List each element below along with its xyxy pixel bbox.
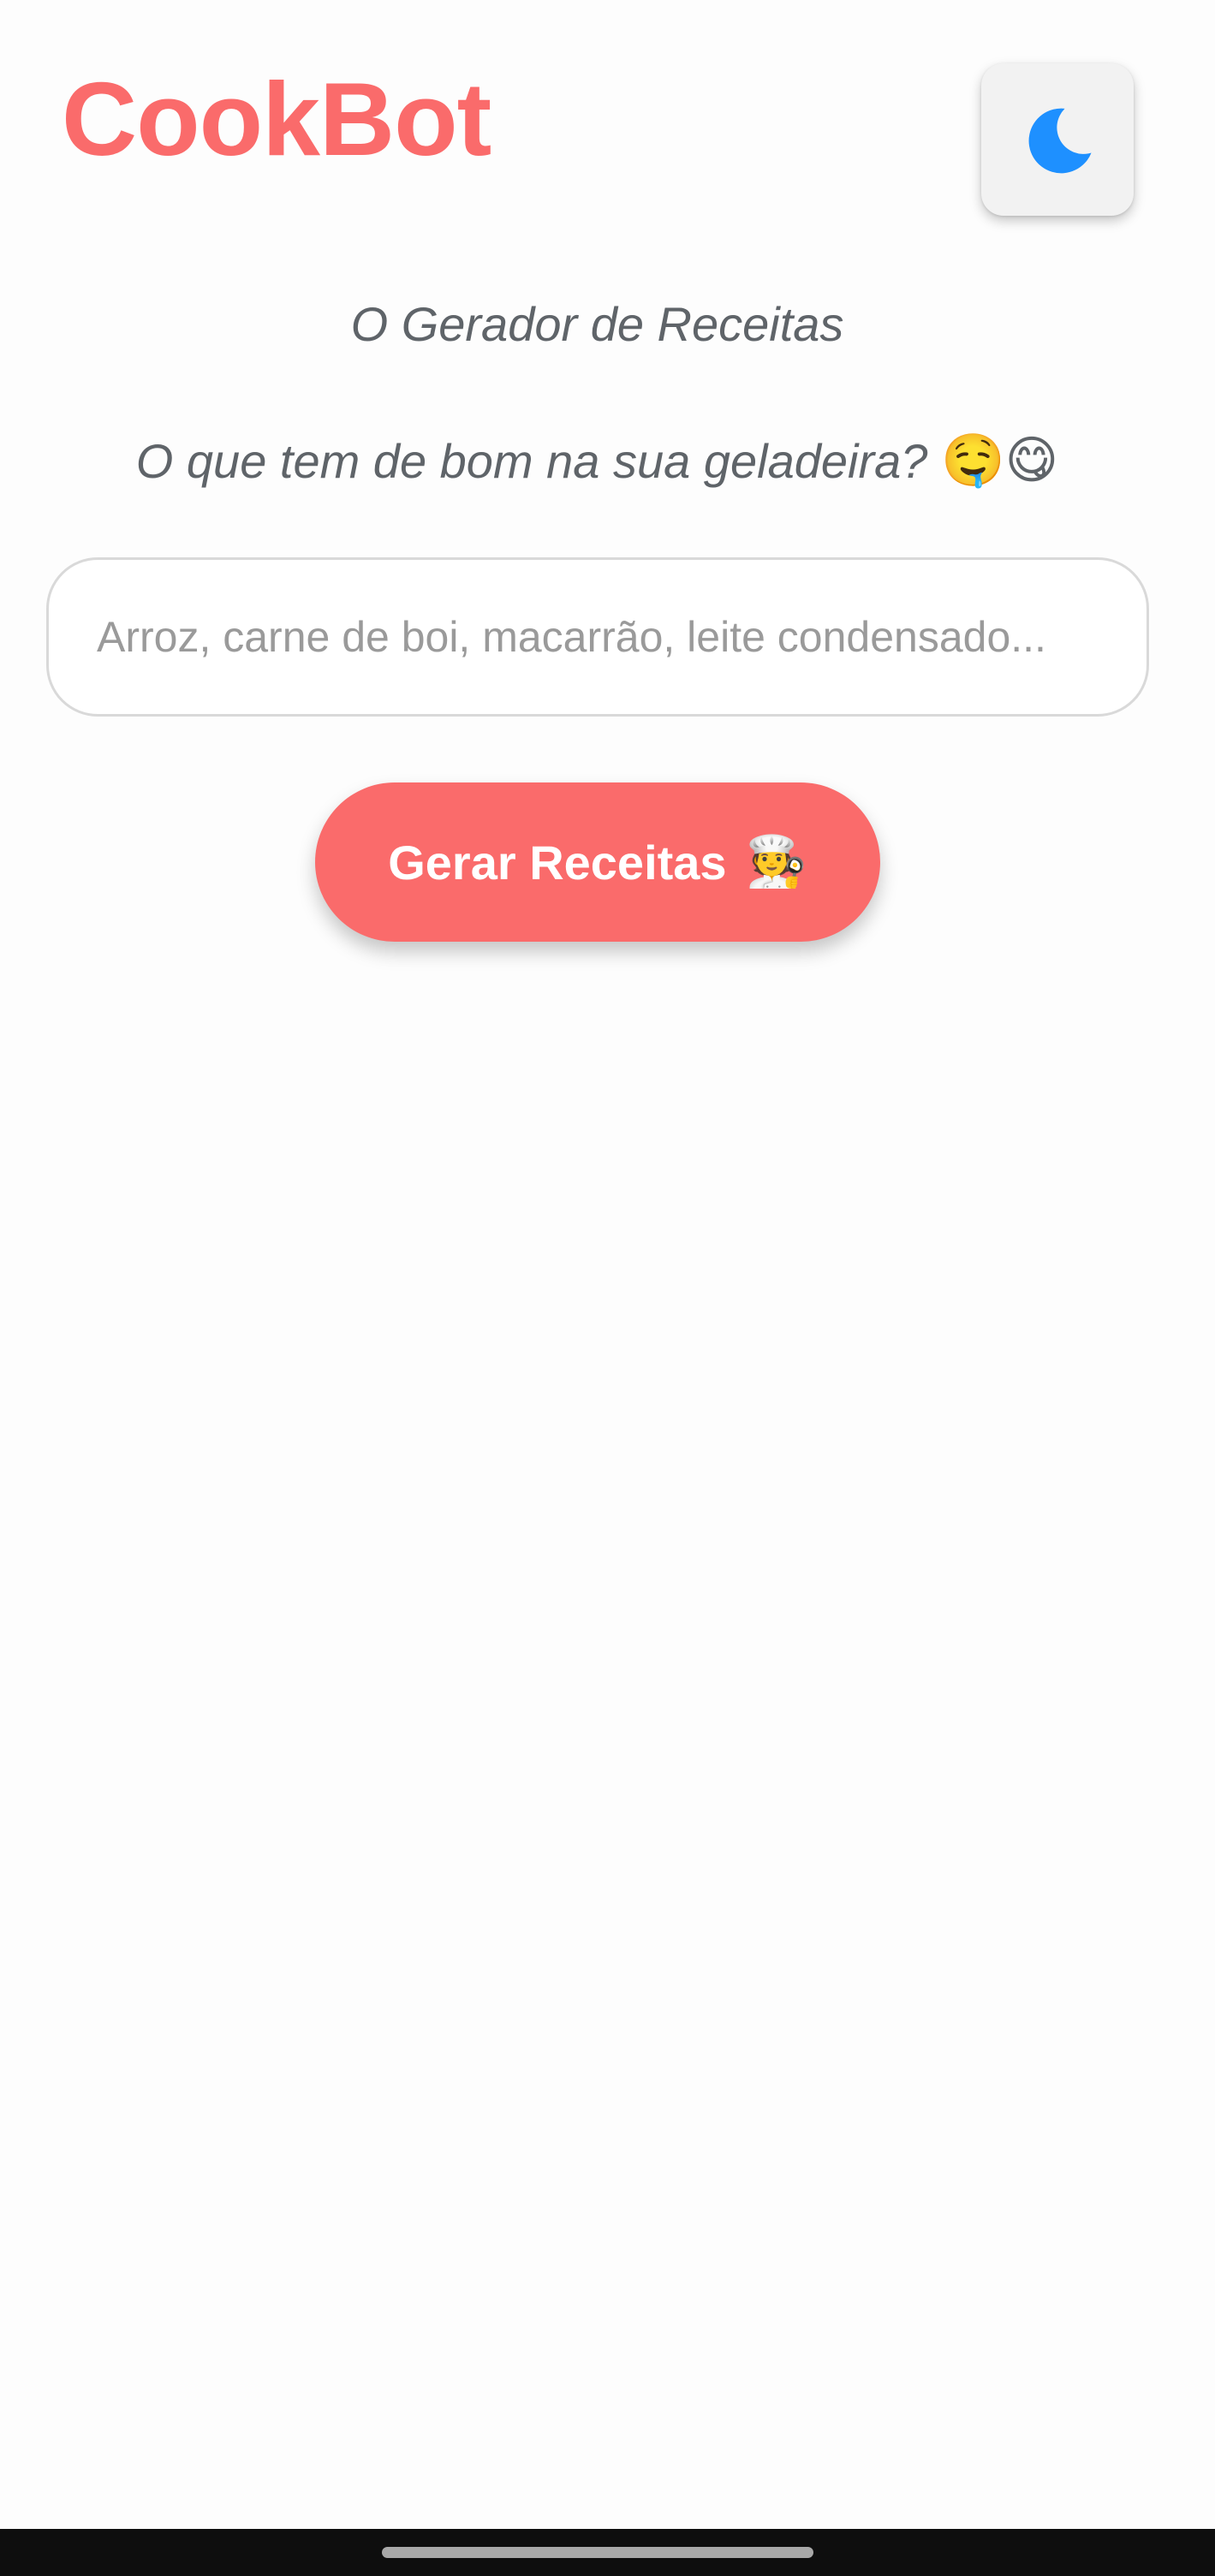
ingredients-input[interactable] [46, 557, 1149, 717]
system-navigation-bar [0, 2529, 1215, 2576]
app-title: CookBot [62, 61, 491, 177]
question-emojis: 🤤😋 [940, 431, 1059, 489]
home-indicator[interactable] [382, 2547, 813, 2558]
chef-emoji: 🧑‍🍳 [745, 834, 807, 889]
page-subtitle: O Gerador de Receitas [350, 297, 844, 351]
fridge-question: O que tem de bom na sua geladeira? 🤤😋 [0, 435, 1194, 486]
generate-recipes-label: Gerar Receitas [388, 835, 727, 889]
fridge-question-text: O que tem de bom na sua geladeira? [135, 434, 928, 488]
moon-icon [1028, 108, 1092, 174]
theme-toggle-button[interactable] [981, 63, 1134, 216]
generate-recipes-button[interactable]: Gerar Receitas 🧑‍🍳 [315, 782, 880, 942]
